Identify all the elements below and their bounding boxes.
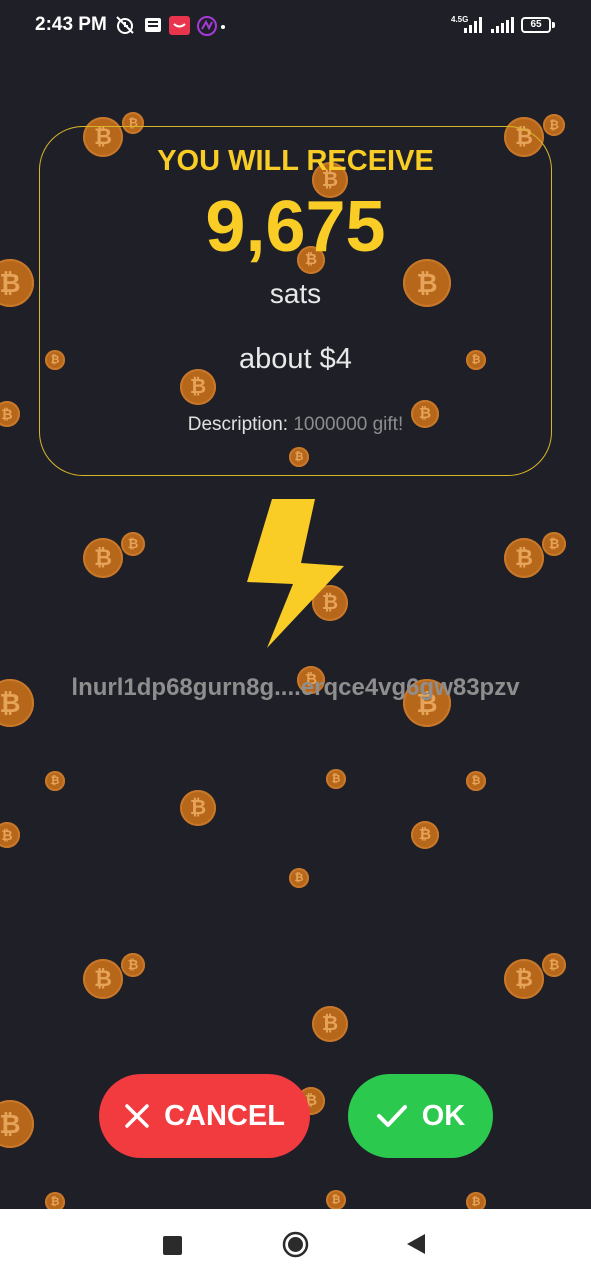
bitcoin-coin-icon: ₿	[45, 771, 65, 791]
receive-amount: 9,675	[205, 187, 386, 267]
amount-unit: sats	[269, 278, 322, 309]
bitcoin-coin-icon: ₿	[543, 114, 565, 136]
description: Description: 1000000 gift!	[0, 414, 591, 436]
bitcoin-coin-icon: ₿	[326, 1190, 346, 1210]
bitcoin-coin-icon: ₿	[504, 538, 544, 578]
bitcoin-coin-icon: ₿	[0, 822, 20, 848]
cancel-label: CANCEL	[164, 1099, 285, 1132]
news-icon	[145, 18, 161, 32]
home-icon[interactable]	[282, 1231, 309, 1258]
battery-tip	[552, 22, 555, 28]
recents-icon[interactable]	[163, 1236, 182, 1255]
lnurl-text[interactable]: lnurl1dp68gurn8g....erqce4vg6gw83pzv	[0, 674, 591, 702]
app-logo-icon	[197, 16, 217, 36]
bitcoin-coin-icon: ₿	[411, 821, 439, 849]
app-notification-icon	[169, 16, 190, 35]
check-icon	[376, 1105, 407, 1127]
bitcoin-coin-icon: ₿	[83, 538, 123, 578]
battery-icon: 65	[521, 17, 551, 33]
alarm-off-icon	[116, 16, 134, 34]
back-icon[interactable]	[405, 1233, 427, 1255]
status-bar: 2:43 PM 4.5G 65	[0, 0, 591, 52]
ok-button[interactable]: OK	[348, 1074, 493, 1158]
close-icon	[125, 1104, 149, 1128]
nav-bar	[0, 1209, 591, 1280]
bitcoin-coin-icon: ₿	[326, 769, 346, 789]
cancel-button[interactable]: CANCEL	[99, 1074, 310, 1158]
bitcoin-coin-icon: ₿	[121, 953, 145, 977]
bitcoin-coin-icon: ₿	[180, 790, 216, 826]
status-time: 2:43 PM	[35, 14, 107, 35]
bitcoin-coin-icon: ₿	[289, 868, 309, 888]
bitcoin-coin-icon: ₿	[0, 1100, 34, 1148]
description-label: Description:	[187, 414, 289, 435]
bitcoin-coin-icon: ₿	[83, 959, 123, 999]
bitcoin-coin-icon: ₿	[312, 1006, 348, 1042]
fiat-amount: about $4	[239, 343, 352, 375]
signal-icon	[464, 17, 482, 33]
description-value: 1000000 gift!	[293, 414, 404, 435]
bitcoin-coin-icon: ₿	[466, 771, 486, 791]
bitcoin-coin-icon: ₿	[504, 959, 544, 999]
ok-label: OK	[421, 1099, 466, 1132]
bitcoin-coin-icon: ₿	[121, 532, 145, 556]
lightning-bolt-icon	[247, 499, 344, 648]
dot-icon	[221, 25, 225, 29]
bitcoin-coin-icon: ₿	[542, 953, 566, 977]
receive-title: YOU WILL RECEIVE	[157, 145, 434, 177]
signal-icon-2	[491, 17, 514, 33]
bitcoin-coin-icon: ₿	[542, 532, 566, 556]
